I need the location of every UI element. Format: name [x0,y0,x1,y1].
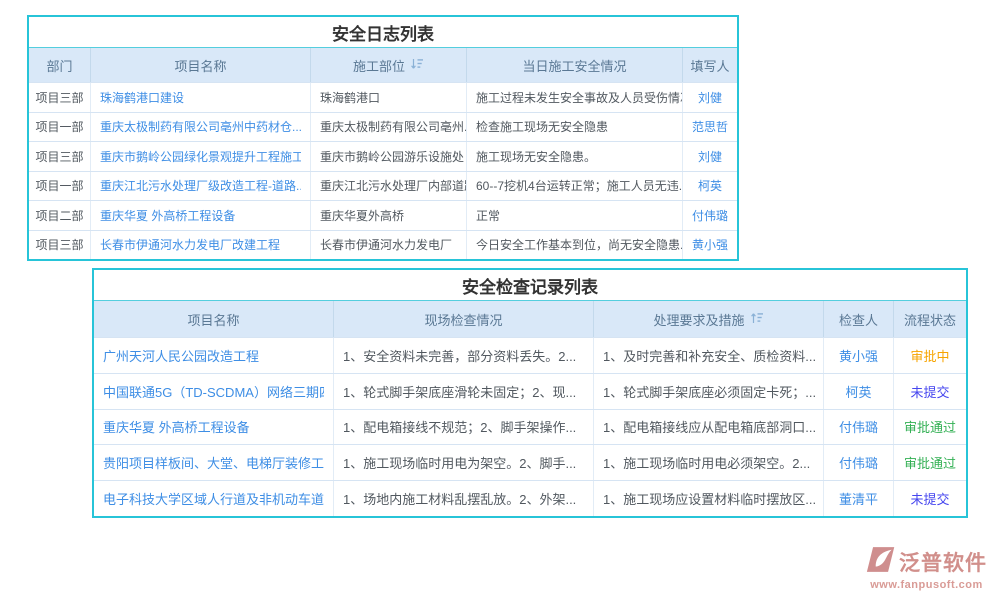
project-link[interactable]: 重庆市鹅岭公园绿化景观提升工程施工 [100,148,301,165]
table-row: 项目一部 重庆江北污水处理厂级改造工程-道路... 重庆江北污水处理厂内部道路 … [29,171,737,201]
inspector-link[interactable]: 黄小强 [839,346,878,365]
project-link[interactable]: 广州天河人民公园改造工程 [103,346,259,365]
col-header-project: 项目名称 [90,48,310,82]
table-row: 贵阳项目样板间、大堂、电梯厅装修工程 1、施工现场临时用电为架空。2、脚手...… [94,444,966,480]
writer-link[interactable]: 范思哲 [692,118,728,135]
dept-cell: 项目一部 [29,113,90,142]
writer-link[interactable]: 黄小强 [692,236,728,253]
situation-cell: 今日安全工作基本到位，尚无安全隐患... [466,231,682,260]
location-cell: 长春市伊通河水力发电厂 [310,231,466,260]
sort-ascending-icon[interactable] [750,312,764,327]
dept-cell: 项目三部 [29,83,90,112]
inspection-cell: 1、场地内施工材料乱摆乱放。2、外架... [333,481,593,516]
project-link[interactable]: 珠海鹤港口建设 [100,89,184,106]
col-header-situation: 当日施工安全情况 [466,48,682,82]
status-badge[interactable]: 未提交 [910,382,949,401]
measures-cell: 1、施工现场临时用电必须架空。2... [593,445,823,480]
col-header-location-label: 施工部位 [353,56,405,75]
measures-cell: 1、轮式脚手架底座必须固定卡死；... [593,374,823,409]
col-header-inspection: 现场检查情况 [333,301,593,337]
situation-cell: 施工过程未发生安全事故及人员受伤情况 [466,83,682,112]
dept-cell: 项目三部 [29,231,90,260]
inspector-link[interactable]: 付伟璐 [839,453,878,472]
situation-cell: 检查施工现场无安全隐患 [466,113,682,142]
table-row: 项目一部 重庆太极制药有限公司亳州中药材仓... 重庆太极制药有限公司亳州...… [29,112,737,142]
inspection-record-title: 安全检查记录列表 [94,270,966,301]
project-link[interactable]: 重庆华夏 外高桥工程设备 [100,207,235,224]
col-header-measures-label: 处理要求及措施 [653,310,744,329]
project-link[interactable]: 电子科技大学区域人行道及非机动车道工... [103,489,324,508]
col-header-inspector: 检查人 [823,301,893,337]
table-row: 广州天河人民公园改造工程 1、安全资料未完善，部分资料丢失。2... 1、及时完… [94,337,966,373]
location-cell: 重庆江北污水处理厂内部道路 [310,172,466,201]
measures-cell: 1、配电箱接线应从配电箱底部洞口... [593,410,823,445]
sort-descending-icon[interactable] [410,58,424,73]
inspection-cell: 1、轮式脚手架底座滑轮未固定；2、现... [333,374,593,409]
inspection-cell: 1、安全资料未完善，部分资料丢失。2... [333,338,593,373]
location-cell: 重庆市鹅岭公园游乐设施处 [310,142,466,171]
inspection-cell: 1、施工现场临时用电为架空。2、脚手... [333,445,593,480]
vendor-url: www.fanpusoft.com [870,579,983,591]
table-row: 项目三部 长春市伊通河水力发电厂改建工程 长春市伊通河水力发电厂 今日安全工作基… [29,230,737,260]
dept-cell: 项目二部 [29,201,90,230]
table-row: 中国联通5G（TD-SCDMA）网络三期四... 1、轮式脚手架底座滑轮未固定；… [94,373,966,409]
inspection-body: 广州天河人民公园改造工程 1、安全资料未完善，部分资料丢失。2... 1、及时完… [94,337,966,516]
table-row: 项目三部 重庆市鹅岭公园绿化景观提升工程施工 重庆市鹅岭公园游乐设施处 施工现场… [29,141,737,171]
col-header-project: 项目名称 [94,301,333,337]
fanpu-logo-icon [866,546,896,578]
vendor-watermark: 泛普软件 www.fanpusoft.com [866,546,987,591]
dept-cell: 项目三部 [29,142,90,171]
table-row: 电子科技大学区域人行道及非机动车道工... 1、场地内施工材料乱摆乱放。2、外架… [94,480,966,516]
situation-cell: 施工现场无安全隐患。 [466,142,682,171]
inspector-link[interactable]: 董清平 [839,489,878,508]
vendor-brand-name: 泛普软件 [899,547,987,577]
inspection-header-row: 项目名称 现场检查情况 处理要求及措施 检查人 流程状态 [94,301,966,337]
col-header-location[interactable]: 施工部位 [310,48,466,82]
project-link[interactable]: 贵阳项目样板间、大堂、电梯厅装修工程 [103,453,324,472]
measures-cell: 1、及时完善和补充安全、质检资料... [593,338,823,373]
project-link[interactable]: 长春市伊通河水力发电厂改建工程 [100,236,280,253]
dept-cell: 项目一部 [29,172,90,201]
situation-cell: 60--7挖机4台运转正常；施工人员无违... [466,172,682,201]
col-header-measures[interactable]: 处理要求及措施 [593,301,823,337]
situation-cell: 正常 [466,201,682,230]
col-header-dept: 部门 [29,48,90,82]
writer-link[interactable]: 刘健 [698,89,722,106]
safety-log-body: 项目三部 珠海鹤港口建设 珠海鹤港口 施工过程未发生安全事故及人员受伤情况 刘健… [29,82,737,259]
table-row: 项目二部 重庆华夏 外高桥工程设备 重庆华夏外高桥 正常 付伟璐 [29,200,737,230]
location-cell: 重庆太极制药有限公司亳州... [310,113,466,142]
inspection-record-table: 安全检查记录列表 项目名称 现场检查情况 处理要求及措施 检查人 流程状态 广州… [92,268,968,518]
table-row: 项目三部 珠海鹤港口建设 珠海鹤港口 施工过程未发生安全事故及人员受伤情况 刘健 [29,82,737,112]
project-link[interactable]: 重庆江北污水处理厂级改造工程-道路... [100,177,301,194]
safety-log-title: 安全日志列表 [29,17,737,48]
status-badge[interactable]: 审批通过 [904,417,956,436]
inspector-link[interactable]: 柯英 [845,382,871,401]
measures-cell: 1、施工现场应设置材料临时摆放区... [593,481,823,516]
status-badge[interactable]: 未提交 [910,489,949,508]
col-header-status: 流程状态 [893,301,966,337]
project-link[interactable]: 重庆华夏 外高桥工程设备 [103,417,250,436]
safety-log-table: 安全日志列表 部门 项目名称 施工部位 当日施工安全情况 填写人 项目三部 珠海… [27,15,739,261]
table-row: 重庆华夏 外高桥工程设备 1、配电箱接线不规范；2、脚手架操作... 1、配电箱… [94,409,966,445]
writer-link[interactable]: 刘健 [698,148,722,165]
project-link[interactable]: 重庆太极制药有限公司亳州中药材仓... [100,118,301,135]
project-link[interactable]: 中国联通5G（TD-SCDMA）网络三期四... [103,382,324,401]
writer-link[interactable]: 柯英 [698,177,722,194]
inspector-link[interactable]: 付伟璐 [839,417,878,436]
col-header-writer: 填写人 [682,48,737,82]
safety-log-header-row: 部门 项目名称 施工部位 当日施工安全情况 填写人 [29,48,737,82]
inspection-cell: 1、配电箱接线不规范；2、脚手架操作... [333,410,593,445]
location-cell: 重庆华夏外高桥 [310,201,466,230]
writer-link[interactable]: 付伟璐 [692,207,728,224]
status-badge[interactable]: 审批通过 [904,453,956,472]
location-cell: 珠海鹤港口 [310,83,466,112]
status-badge[interactable]: 审批中 [910,346,949,365]
